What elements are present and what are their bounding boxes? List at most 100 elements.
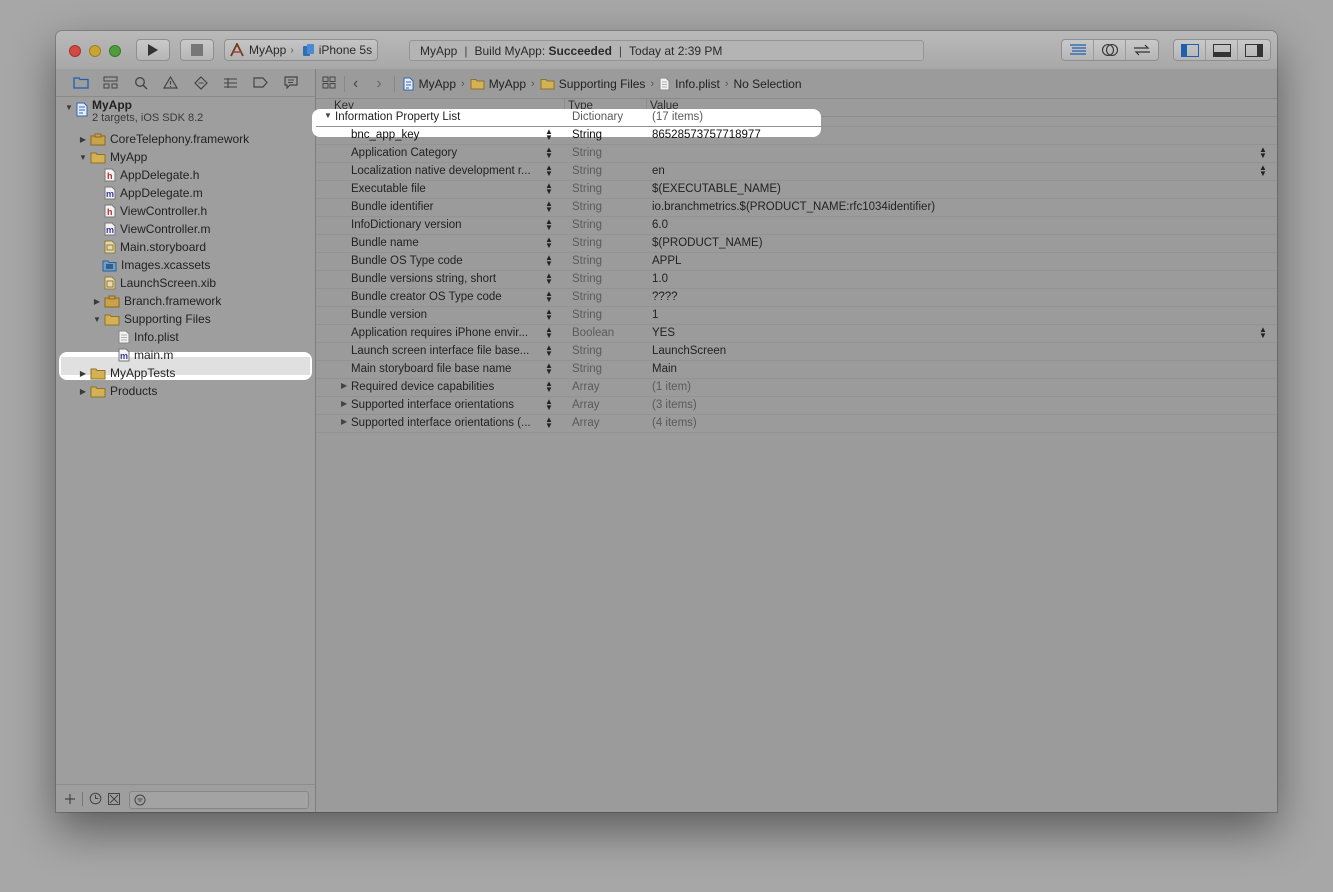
value-stepper-icon[interactable]: ▲ ▼: [1259, 146, 1267, 160]
disclosure-closed-icon[interactable]: ▶: [78, 135, 88, 144]
disclosure-open-icon[interactable]: ▼: [92, 315, 102, 324]
stepper-icon[interactable]: ▲ ▼: [545, 344, 553, 358]
row-value[interactable]: 1.0: [652, 273, 668, 285]
run-button[interactable]: [136, 39, 170, 61]
table-row[interactable]: Bundle identifier ▲ ▼ String io.branchmet…: [316, 199, 1277, 217]
scheme-app[interactable]: MyApp ›: [225, 43, 298, 57]
toggle-debug-area-button[interactable]: [1206, 40, 1238, 60]
table-row[interactable]: ▼ Information Property List Dictionary (…: [316, 109, 1277, 127]
assistant-editor-button[interactable]: [1094, 40, 1126, 60]
stop-button[interactable]: [180, 39, 214, 61]
row-value[interactable]: APPL: [652, 255, 681, 267]
table-row[interactable]: ▶ Supported interface orientations ▲ ▼ Ar…: [316, 397, 1277, 415]
breadcrumb-selection[interactable]: No Selection: [733, 77, 801, 91]
disclosure-closed-icon[interactable]: ▶: [78, 387, 88, 396]
version-editor-button[interactable]: [1126, 40, 1158, 60]
table-row[interactable]: Bundle version ▲ ▼ String 1: [316, 307, 1277, 325]
search-icon[interactable]: [131, 75, 150, 91]
row-value[interactable]: io.branchmetrics.$(PRODUCT_NAME:rfc1034i…: [652, 201, 935, 213]
source-control-filter-icon[interactable]: [108, 792, 120, 805]
table-row[interactable]: Executable file ▲ ▼ String $(EXECUTABLE_N…: [316, 181, 1277, 199]
disclosure-closed-icon[interactable]: ▶: [92, 297, 102, 306]
stepper-icon[interactable]: ▲ ▼: [545, 416, 553, 430]
tree-item-launchscreen-xib[interactable]: LaunchScreen.xib: [104, 274, 216, 292]
tree-item-viewcontroller-h[interactable]: h ViewController.h: [104, 202, 207, 220]
toggle-utilities-button[interactable]: [1238, 40, 1270, 60]
disclosure-open-icon[interactable]: ▼: [78, 153, 88, 162]
table-row[interactable]: Bundle creator OS Type code ▲ ▼ String ??…: [316, 289, 1277, 307]
table-row-bnc-app-key[interactable]: bnc_app_key ▲ ▼ String 86528573757718977: [316, 127, 1277, 145]
project-root[interactable]: ▼ MyApp 2 targets, iOS SDK 8.2: [64, 99, 203, 127]
disclosure-closed-icon[interactable]: ▶: [341, 381, 347, 390]
stepper-icon[interactable]: ▲ ▼: [545, 326, 553, 340]
row-value[interactable]: 86528573757718977: [652, 129, 761, 141]
row-value[interactable]: LaunchScreen: [652, 345, 726, 357]
row-value[interactable]: $(EXECUTABLE_NAME): [652, 183, 781, 195]
tree-item-info-plist[interactable]: Info.plist: [118, 328, 179, 346]
add-icon[interactable]: [64, 793, 76, 805]
breadcrumb-supporting-files[interactable]: Supporting Files: [540, 77, 645, 91]
list-icon[interactable]: [221, 75, 240, 91]
disclosure-closed-icon[interactable]: ▶: [341, 399, 347, 408]
stepper-icon[interactable]: ▲ ▼: [545, 146, 553, 160]
disclosure-open-icon[interactable]: ▼: [324, 111, 332, 120]
tree-item-branch-framework[interactable]: ▶ Branch.framework: [92, 292, 221, 310]
standard-editor-button[interactable]: [1062, 40, 1094, 60]
tree-item-coretelephony[interactable]: ▶ CoreTelephony.framework: [78, 130, 249, 148]
minimize-icon[interactable]: [89, 45, 101, 57]
table-row[interactable]: InfoDictionary version ▲ ▼ String 6.0: [316, 217, 1277, 235]
row-value[interactable]: Main: [652, 363, 677, 375]
stepper-icon[interactable]: ▲ ▼: [545, 218, 553, 232]
row-value[interactable]: 1: [652, 309, 658, 321]
close-icon[interactable]: [69, 45, 81, 57]
tree-item-myapptests[interactable]: ▶ MyAppTests: [78, 364, 175, 382]
table-row[interactable]: Bundle versions string, short ▲ ▼ String …: [316, 271, 1277, 289]
tree-item-main-storyboard[interactable]: Main.storyboard: [104, 238, 206, 256]
row-value[interactable]: en: [652, 165, 665, 177]
warning-icon[interactable]: [161, 75, 180, 91]
tree-item-appdelegate-m[interactable]: m AppDelegate.m: [104, 184, 203, 202]
table-row[interactable]: Launch screen interface file base... ▲ ▼ …: [316, 343, 1277, 361]
stepper-icon[interactable]: ▲ ▼: [545, 128, 553, 142]
breadcrumb-group[interactable]: MyApp: [470, 77, 526, 91]
stepper-icon[interactable]: ▲ ▼: [545, 308, 553, 322]
value-stepper-icon[interactable]: ▲ ▼: [1259, 326, 1267, 340]
back-arrow-icon[interactable]: ‹: [353, 75, 358, 93]
stepper-icon[interactable]: ▲ ▼: [545, 290, 553, 304]
zoom-icon[interactable]: [109, 45, 121, 57]
stepper-icon[interactable]: ▲ ▼: [545, 182, 553, 196]
scheme-device[interactable]: iPhone 5s: [298, 43, 376, 57]
table-row[interactable]: Localization native development r... ▲ ▼ …: [316, 163, 1277, 181]
breakpoint-icon[interactable]: [251, 75, 270, 91]
test-diamond-icon[interactable]: [191, 75, 210, 91]
row-value[interactable]: ????: [652, 291, 678, 303]
tree-item-images-xcassets[interactable]: Images.xcassets: [102, 256, 210, 274]
stepper-icon[interactable]: ▲ ▼: [545, 254, 553, 268]
stepper-icon[interactable]: ▲ ▼: [545, 200, 553, 214]
table-row[interactable]: Main storyboard file base name ▲ ▼ String…: [316, 361, 1277, 379]
message-icon[interactable]: [281, 75, 300, 91]
stepper-icon[interactable]: ▲ ▼: [545, 398, 553, 412]
breadcrumb-project[interactable]: MyApp: [403, 77, 456, 91]
row-value[interactable]: YES: [652, 327, 675, 339]
table-row[interactable]: Bundle OS Type code ▲ ▼ String APPL: [316, 253, 1277, 271]
forward-arrow-icon[interactable]: ›: [376, 75, 381, 93]
scheme-selector[interactable]: MyApp › iPhone 5s: [224, 39, 378, 61]
stepper-icon[interactable]: ▲ ▼: [545, 236, 553, 250]
toggle-navigator-button[interactable]: [1174, 40, 1206, 60]
stepper-icon[interactable]: ▲ ▼: [545, 164, 553, 178]
table-row[interactable]: Application Category ▲ ▼ String ▲ ▼: [316, 145, 1277, 163]
value-stepper-icon[interactable]: ▲ ▼: [1259, 164, 1267, 178]
tree-item-appdelegate-h[interactable]: h AppDelegate.h: [104, 166, 199, 184]
table-row[interactable]: ▶ Required device capabilities ▲ ▼ Array …: [316, 379, 1277, 397]
tree-item-supporting-files[interactable]: ▼ Supporting Files: [92, 310, 211, 328]
stepper-icon[interactable]: ▲ ▼: [545, 272, 553, 286]
table-row[interactable]: ▶ Supported interface orientations (... …: [316, 415, 1277, 433]
hierarchy-icon[interactable]: [101, 75, 120, 91]
row-value[interactable]: 6.0: [652, 219, 668, 231]
stepper-icon[interactable]: ▲ ▼: [545, 380, 553, 394]
related-items-icon[interactable]: [322, 76, 336, 92]
stepper-icon[interactable]: ▲ ▼: [545, 362, 553, 376]
table-row[interactable]: Application requires iPhone envir... ▲ ▼ …: [316, 325, 1277, 343]
tree-item-myapp-group[interactable]: ▼ MyApp: [78, 148, 147, 166]
